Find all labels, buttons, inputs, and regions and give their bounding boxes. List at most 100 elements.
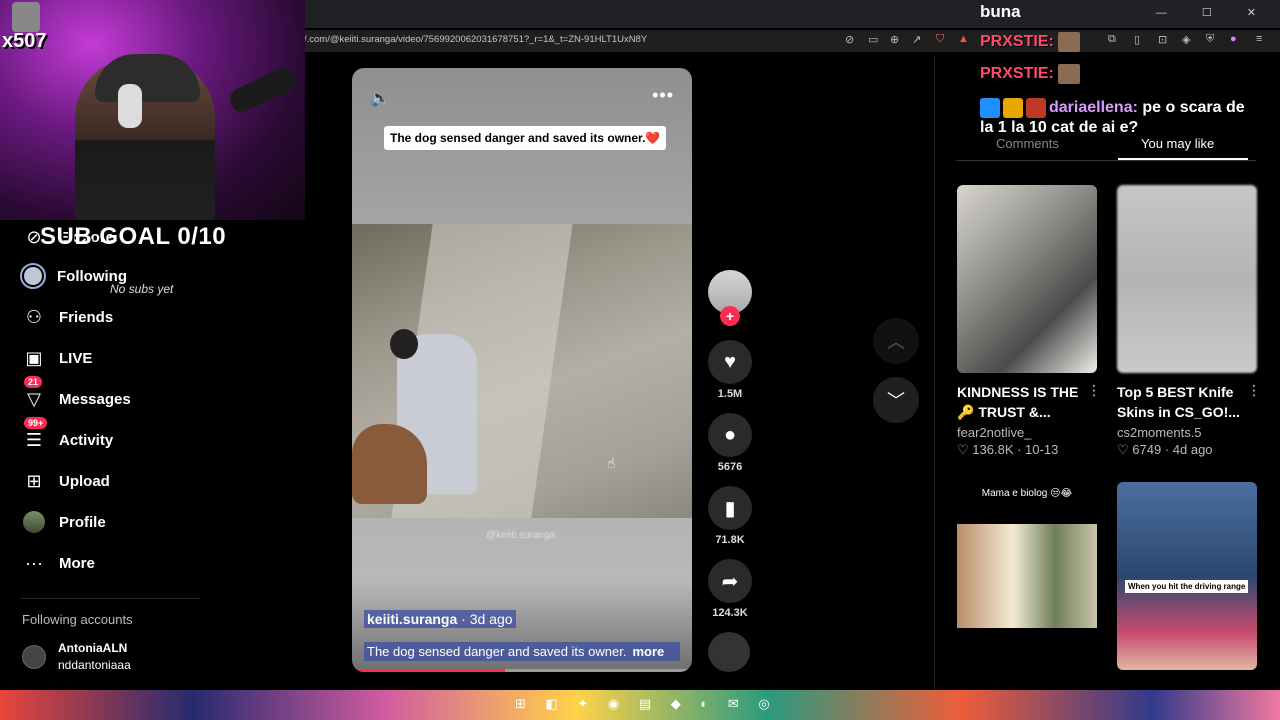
screen-icon[interactable]: ▭ <box>868 33 878 46</box>
wallet-icon[interactable]: ⊡ <box>1158 33 1167 46</box>
live-icon: ▣ <box>25 347 43 368</box>
volume-icon[interactable]: 🔈 <box>370 88 390 108</box>
hamburger-icon[interactable]: ≡ <box>1256 33 1262 45</box>
previous-video-button[interactable]: ︿ <box>873 318 919 364</box>
sidebar-divider <box>20 598 200 599</box>
comment-action[interactable]: ● 5676 <box>707 413 753 473</box>
webcam-overlay: x507 <box>0 0 305 220</box>
chat-username: PRXSTIE: <box>980 33 1054 51</box>
avatar[interactable] <box>22 645 46 669</box>
activity-icon: ☰ 99+ <box>20 417 48 453</box>
sidebar-item-live[interactable]: ▣ LIVE <box>20 343 270 373</box>
tab-comments[interactable]: Comments <box>996 136 1059 151</box>
zoom-icon[interactable]: ⊕ <box>890 33 899 46</box>
video-caption: The dog sensed danger and saved its owne… <box>364 642 680 661</box>
vpn-icon[interactable]: ◈ <box>1182 33 1190 46</box>
url-text[interactable]: /.com/@keiiti.suranga/video/756992006203… <box>304 34 647 45</box>
sound-avatar[interactable] <box>708 632 750 672</box>
share-action[interactable]: ➦ 124.3K <box>707 559 753 619</box>
card-date: 4d ago <box>1172 442 1213 457</box>
reader-icon[interactable]: ⊘ <box>845 33 854 46</box>
account-name[interactable]: AntoniaALN <box>58 641 127 655</box>
streamer-hat <box>95 54 200 102</box>
thumbnail-image <box>957 524 1097 628</box>
extensions-icon[interactable]: ⧉ <box>1108 33 1116 46</box>
os-taskbar: ⊞ ◧ ✦ ◉ ▤ ◆ ◐ ✉ ◎ <box>0 690 1280 720</box>
video-overlay-caption: The dog sensed danger and saved its owne… <box>384 126 667 150</box>
woman-head <box>390 329 418 359</box>
thumbnail-caption: When you hit the driving range <box>1125 580 1249 593</box>
crown-icon <box>1003 98 1023 118</box>
comment-icon[interactable]: ● <box>708 413 752 457</box>
address-bar[interactable]: /.com/@keiiti.suranga/video/756992006203… <box>300 30 1280 52</box>
sidebar-item-label: Upload <box>59 472 110 490</box>
video-author[interactable]: keiiti.suranga <box>367 611 457 627</box>
video-thumbnail[interactable] <box>957 185 1097 373</box>
more-link[interactable]: more <box>632 644 664 659</box>
video-thumbnail[interactable]: Mama e biolog 😒😂 <box>957 482 1097 670</box>
brave-shield-icon[interactable]: ⛉ <box>936 33 944 46</box>
heart-icon[interactable]: ♥ <box>708 340 752 384</box>
video-player[interactable]: 🔈 ••• The dog sensed danger and saved it… <box>352 68 692 672</box>
sidebar-item-label: LIVE <box>59 349 93 367</box>
account-handle[interactable]: nddantoniaaa <box>58 658 131 672</box>
video-thumbnail[interactable]: When you hit the driving range <box>1117 482 1257 670</box>
thumbnail-caption: Mama e biolog 😒😂 <box>981 488 1073 499</box>
mouse-cursor-icon: ☝ <box>607 455 616 471</box>
save-action[interactable]: ▮ 71.8K <box>707 486 753 546</box>
rewards-icon[interactable]: ▲ <box>958 33 969 45</box>
taskbar-icons[interactable]: ⊞ ◧ ✦ ◉ ▤ ◆ ◐ ✉ ◎ <box>515 696 778 712</box>
more-icon: ··· <box>25 552 43 573</box>
video-progress-bar[interactable] <box>352 669 692 672</box>
bookmark-icon[interactable]: ▮ <box>708 486 752 530</box>
messages-badge: 21 <box>24 376 43 388</box>
card-author[interactable]: cs2moments.5 <box>1117 425 1257 440</box>
avatar-badge-icon <box>1026 98 1046 118</box>
like-count: 1.5M <box>717 388 743 400</box>
video-progress-fill <box>352 669 505 672</box>
share-icon[interactable]: ↗ <box>912 33 921 46</box>
card-author[interactable]: fear2notlive_ <box>957 425 1097 440</box>
shield-icon[interactable]: ⛨ <box>1206 33 1214 46</box>
sidebar-item-upload[interactable]: ⊞ Upload <box>20 466 270 496</box>
tabs-baseline <box>956 160 1256 161</box>
chevron-up-icon: ︿ <box>887 332 905 352</box>
card-likes: 136.8K <box>972 442 1014 457</box>
card-title[interactable]: Top 5 BEST Knife Skins in CS_GO!... <box>1117 382 1257 422</box>
card-likes: 6749 <box>1132 442 1162 457</box>
like-action[interactable]: ♥ 1.5M <box>707 340 753 400</box>
sidebar-item-activity[interactable]: ☰ 99+ Activity <box>20 417 270 455</box>
sidebar-item-more[interactable]: ··· More <box>20 548 270 578</box>
sidebar-item-label: Friends <box>59 308 114 326</box>
microphone <box>226 64 300 116</box>
card-title[interactable]: KINDNESS IS THE 🔑 TRUST &... <box>957 382 1097 422</box>
chat-username: dariaellena: <box>1049 99 1138 117</box>
share-count: 124.3K <box>712 607 748 619</box>
viewer-badge: x507 <box>2 30 47 52</box>
comment-count: 5676 <box>717 461 743 473</box>
sidebar-item-profile[interactable]: Profile <box>20 507 270 537</box>
video-card[interactable]: When you hit the driving range <box>1117 482 1257 670</box>
profile-menu-icon[interactable]: ● <box>1230 33 1237 45</box>
card-menu-icon[interactable]: ⋮ <box>1087 382 1101 399</box>
next-video-button[interactable]: ﹀ <box>873 377 919 423</box>
share-arrow-icon[interactable]: ➦ <box>708 559 752 603</box>
card-menu-icon[interactable]: ⋮ <box>1247 382 1261 399</box>
follow-button[interactable]: + <box>720 306 740 326</box>
panel-divider <box>934 56 935 690</box>
sidebar-item-friends[interactable]: ⚇ Friends <box>20 302 270 332</box>
video-watermark: @keiiti.suranga <box>486 530 556 541</box>
video-thumbnail[interactable] <box>1117 185 1257 373</box>
window-controls[interactable]: — ☐ ✕ <box>1156 6 1272 19</box>
video-card[interactable]: KINDNESS IS THE 🔑 TRUST &... ⋮ fear2notl… <box>957 185 1101 458</box>
tab-you-may-like[interactable]: You may like <box>1141 136 1214 151</box>
video-card[interactable]: Mama e biolog 😒😂 <box>957 482 1097 670</box>
activity-badge: 99+ <box>24 417 48 429</box>
more-options-icon[interactable]: ••• <box>652 85 674 106</box>
chat-message: PRXSTIE: <box>980 64 1080 84</box>
sidebar-item-messages[interactable]: ▽ 21 Messages <box>20 376 270 414</box>
heart-outline-icon: ♡ <box>957 442 969 457</box>
sidebar-icon[interactable]: ▯ <box>1134 33 1140 46</box>
video-card[interactable]: Top 5 BEST Knife Skins in CS_GO!... ⋮ cs… <box>1117 185 1261 458</box>
video-frame <box>352 224 692 518</box>
